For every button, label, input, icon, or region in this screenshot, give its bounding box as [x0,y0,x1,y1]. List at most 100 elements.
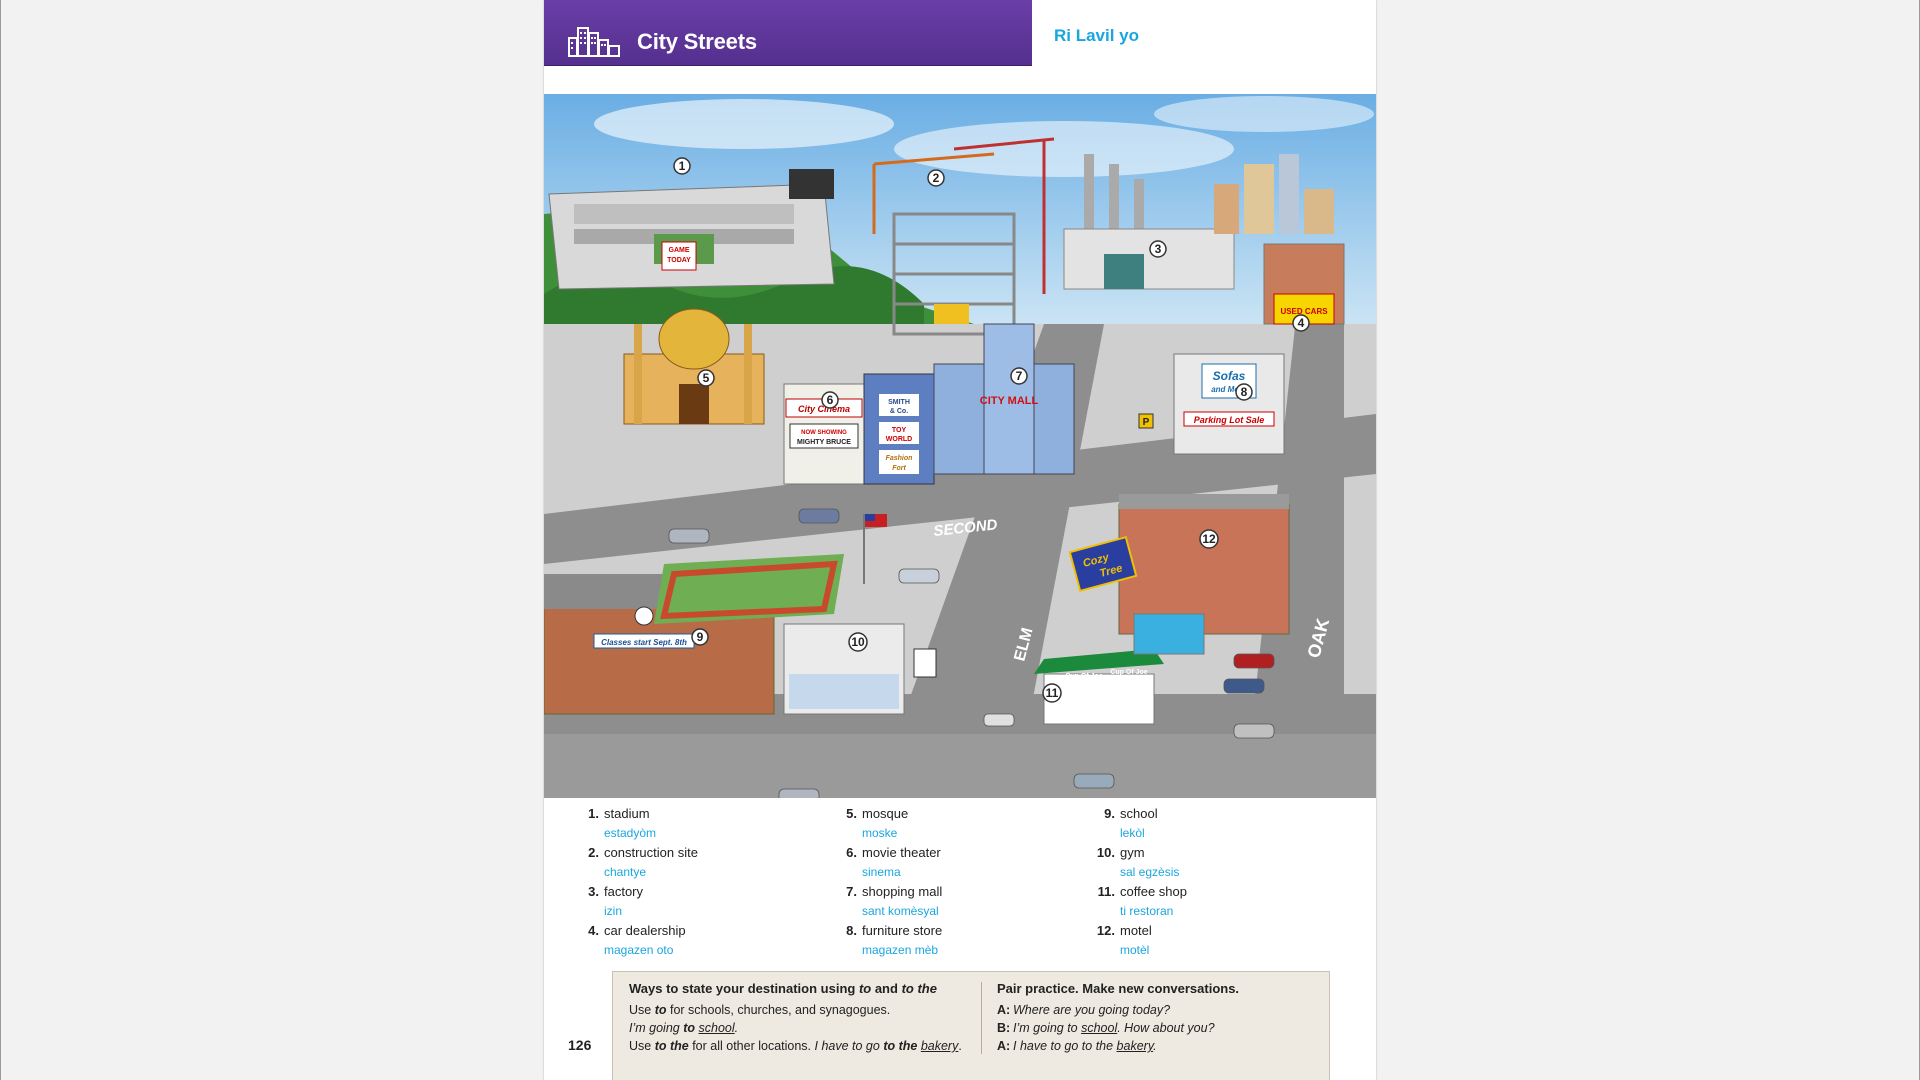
vocab-word: movie theater [862,845,941,860]
vocab-translation: sant komèsyal [862,904,939,918]
vocab-number: 3. [588,884,599,899]
grammar-rule-1: Use to for schools, churches, and synago… [629,1003,891,1017]
vocab-translation: chantye [604,865,647,879]
vocab-item: 1. stadium estadyòm [567,806,698,845]
vocab-item: 12. motel motèl [1083,923,1187,962]
marker-3: 3 [1149,240,1167,258]
svg-text:7: 7 [1016,369,1023,383]
svg-text:4: 4 [1298,316,1305,330]
grammar-note: Ways to state your destination using to … [629,980,974,1055]
vocab-translation: lekòl [1120,826,1145,840]
game-today-sign-line2: TODAY [667,257,691,264]
page-number: 126 [568,1037,592,1053]
vocab-number: 5. [846,806,857,821]
vocabulary-column-2: 5. mosque moske 6. movie theater sinema 7. sh… [825,806,942,962]
vocab-word: gym [1120,845,1145,860]
grammar-example-1: I’m going to school. [629,1021,739,1035]
marker-7: 7 [1010,367,1028,385]
section-title-bar: City Streets [544,0,1032,66]
vocab-word: coffee shop [1120,884,1187,899]
fashion-fort-sign-line2: Fort [892,465,906,472]
classes-start-banner: Classes start Sept. 8th [601,638,687,647]
svg-text:1: 1 [679,159,686,173]
fashion-fort-sign-line1: Fashion [886,455,913,462]
mighty-bruce-text: MIGHTY BRUCE [797,439,851,446]
viewer-left-border [0,0,1,1080]
vocab-word: school [1120,806,1158,821]
car-dealership-building: USED CARS [1263,243,1345,325]
vocab-item: 3. factory izin [567,884,698,923]
marker-5: 5 [697,369,715,387]
marker-9: 9 [691,628,709,646]
vocab-word: car dealership [604,923,686,938]
now-showing-text: NOW SHOWING [801,430,847,436]
dialogue-line-1: A: Where are you going today? [997,1003,1171,1017]
toy-world-sign-line2: WORLD [886,436,912,443]
vocab-number: 11. [1097,884,1115,899]
furniture-store-building: Sofas and More Parking Lot Sale [1173,353,1285,455]
box-divider [981,982,982,1054]
vocab-translation: sal egzèsis [1120,865,1180,879]
page-title: City Streets [637,29,757,54]
svg-text:8: 8 [1241,385,1248,399]
vocab-word: motel [1120,923,1152,938]
vocab-item: 6. movie theater sinema [825,845,942,884]
vocab-item: 9. school lekòl [1083,806,1187,845]
vocabulary-column-1: 1. stadium estadyòm 2. construction site cha… [567,806,698,962]
game-today-sign-line1: GAME [669,247,690,254]
city-mall-sign: CITY MALL [980,395,1039,407]
marker-8: 8 [1235,383,1253,401]
vocab-word: construction site [604,845,698,860]
marker-4: 4 [1292,314,1310,332]
vocab-translation: magazen oto [604,943,674,957]
vocab-word: furniture store [862,923,943,938]
svg-text:5: 5 [703,371,710,385]
vocab-number: 9. [1104,806,1115,821]
vocab-word: stadium [604,806,650,821]
vocab-item: 10. gym sal egzèsis [1083,845,1187,884]
smith-sign-line2: & Co. [890,408,908,415]
dialogue-line-2: B: I’m going to school. How about you? [997,1021,1215,1035]
vocab-number: 6. [846,845,857,860]
vocab-translation: motèl [1120,943,1150,957]
used-cars-sign: USED CARS [1280,307,1328,316]
city-streets-illustration: GAME TODAY USED CARS City Cinema NOW SHO… [544,94,1376,798]
vocab-number: 7. [846,884,857,899]
vocab-number: 10. [1096,845,1115,860]
parking-sign: P [1143,417,1150,428]
grammar-practice-box: Ways to state your destination using to … [612,971,1330,1080]
grammar-rule-2: Use to the for all other locations. I ha… [629,1039,962,1053]
vocab-translation: moske [862,826,898,840]
vocab-translation: magazen mèb [862,943,939,957]
vocab-word: mosque [862,806,909,821]
svg-text:12: 12 [1202,532,1216,546]
vocab-number: 4. [588,923,599,938]
cup-of-joe-sign-right: Cup Of Joe [1110,669,1147,676]
grammar-heading: Ways to state your destination using to … [629,981,937,996]
vocab-word: factory [604,884,644,899]
svg-text:11: 11 [1046,686,1059,700]
svg-text:6: 6 [827,393,834,407]
motel-building [1118,494,1290,655]
svg-text:9: 9 [697,630,704,644]
vocab-item: 11. coffee shop ti restoran [1083,884,1187,923]
vocabulary-list: 1. stadium estadyòm 2. construction site cha… [544,806,1376,966]
marker-11: 11 [1042,683,1062,703]
parking-lot-sale-sign: Parking Lot Sale [1194,415,1265,425]
vocab-number: 1. [588,806,599,821]
vocab-word: shopping mall [862,884,943,899]
vocab-item: 8. furniture store magazen mèb [825,923,942,962]
city-buildings-icon [568,27,620,57]
pair-practice-heading: Pair practice. Make new conversations. [997,981,1240,996]
vocab-item: 5. mosque moske [825,806,942,845]
svg-text:3: 3 [1155,242,1162,256]
dialogue-line-3: A: I have to go to the bakery. [997,1039,1157,1053]
running-track [654,554,844,624]
vocabulary-column-3: 9. school lekòl 10. gym sal egzèsis 11. coffe… [1083,806,1187,962]
toy-world-sign-line1: TOY [892,427,907,434]
sofas-sign: Sofas [1213,369,1246,383]
vocab-translation: sinema [862,865,901,879]
vocab-number: 12. [1096,923,1115,938]
marker-2: 2 [927,169,945,187]
svg-text:10: 10 [851,635,865,649]
